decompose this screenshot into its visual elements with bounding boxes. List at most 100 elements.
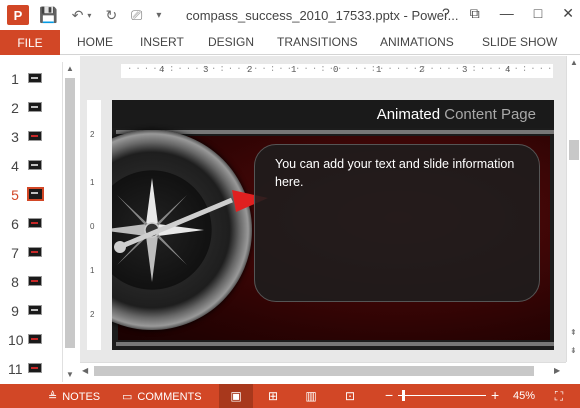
scroll-up-icon[interactable]: ▲: [66, 64, 74, 73]
ruler-label: 2: [90, 130, 95, 139]
slide-vertical-scrollbar[interactable]: ▲ ⇞ ⇟: [566, 56, 580, 362]
previous-slide-icon[interactable]: ⇞: [570, 328, 577, 337]
ruler-label: 1: [90, 178, 95, 187]
slide-title-secondary: Content Page: [444, 106, 536, 123]
redo-icon[interactable]: ↻: [105, 7, 117, 24]
scroll-right-icon[interactable]: ▶: [554, 366, 560, 375]
undo-dropdown-icon[interactable]: ▾: [87, 11, 91, 20]
ribbon-display-options-button[interactable]: ⧉: [470, 5, 480, 22]
customize-quick-access-icon[interactable]: ▾: [156, 10, 161, 21]
next-slide-icon[interactable]: ⇟: [570, 346, 577, 355]
slide-show-icon: ⊡: [344, 389, 356, 403]
comments-label: COMMENTS: [137, 390, 202, 403]
start-from-beginning-icon[interactable]: ⎚: [131, 7, 142, 24]
slide-thumbnail-image: [28, 73, 42, 83]
tab-animations[interactable]: ANIMATIONS: [380, 35, 454, 49]
fit-slide-button[interactable]: ⛶: [542, 384, 576, 408]
reading-view-button[interactable]: ▥: [294, 384, 328, 408]
slide-thumbnail[interactable]: 9: [0, 300, 62, 322]
tab-design[interactable]: DESIGN: [208, 35, 254, 49]
scrollbar-thumb[interactable]: [94, 366, 534, 376]
slide-sorter-button[interactable]: ⊞: [256, 384, 290, 408]
slide-number: 6: [11, 216, 19, 232]
undo-icon[interactable]: ↶: [72, 7, 84, 24]
normal-view-button[interactable]: ▣: [219, 384, 253, 408]
slide-thumbnail[interactable]: 2: [0, 97, 62, 119]
slide-thumbnail[interactable]: 1: [0, 68, 62, 90]
tab-slide-show[interactable]: SLIDE SHOW: [482, 35, 557, 49]
minimize-button[interactable]: —: [500, 5, 514, 22]
slide-number: 10: [8, 332, 24, 348]
zoom-out-button[interactable]: −: [385, 387, 393, 403]
slide-number: 8: [11, 274, 19, 290]
reading-view-icon: ▥: [305, 389, 317, 403]
thumbnail-scrollbar[interactable]: ▲ ▼: [62, 62, 76, 382]
horizontal-ruler: 4 3 2 1 0 1 2 3 4 ·····:·····:·····:····…: [121, 64, 553, 78]
slide-number: 11: [8, 361, 23, 377]
slide-thumbnail[interactable]: 8: [0, 271, 62, 293]
close-button[interactable]: ✕: [562, 5, 574, 22]
slide-number: 1: [11, 71, 19, 87]
content-text[interactable]: You can add your text and slide informat…: [275, 155, 535, 191]
zoom-slider-handle[interactable]: [402, 390, 405, 401]
slide-divider-bottom: [116, 342, 554, 346]
notes-icon: ≜: [48, 391, 58, 403]
slide-thumbnail-pane: 1 2 3 4 5 6 7 8 9 10 11: [0, 56, 62, 384]
slide-thumbnail-image: [28, 131, 42, 141]
maximize-button[interactable]: □: [534, 5, 542, 22]
tab-home[interactable]: HOME: [77, 35, 113, 49]
slide-number: 7: [11, 245, 19, 261]
help-button[interactable]: ?: [442, 5, 450, 22]
tab-transitions[interactable]: TRANSITIONS: [277, 35, 358, 49]
notes-label: NOTES: [62, 390, 101, 403]
notes-button[interactable]: ≜ NOTES: [48, 390, 101, 404]
slide-divider-top: [116, 130, 554, 134]
comments-icon: ▭: [122, 391, 133, 403]
slide-thumbnail-image: [28, 247, 42, 257]
slide-number: 9: [11, 303, 19, 319]
ruler-label: 1: [90, 266, 95, 275]
slide-title-primary: Animated: [376, 106, 441, 123]
slide-sorter-icon: ⊞: [267, 389, 279, 403]
zoom-in-button[interactable]: +: [491, 387, 499, 403]
slide-horizontal-scrollbar[interactable]: ◀ ▶: [80, 362, 566, 378]
slide-thumbnail-image: [28, 334, 42, 344]
slide-thumbnail-image: [28, 276, 42, 286]
save-icon[interactable]: 💾: [39, 6, 58, 24]
comments-button[interactable]: ▭ COMMENTS: [122, 390, 202, 404]
slide-title[interactable]: Animated Content Page: [377, 106, 536, 123]
slide-thumbnail[interactable]: 10: [0, 329, 62, 351]
slide-number: 5: [11, 187, 19, 203]
slide-canvas[interactable]: Animated Content Page You can add your t…: [112, 100, 554, 350]
slide-thumbnail[interactable]: 3: [0, 126, 62, 148]
slide-thumbnail-image: [28, 160, 42, 170]
vertical-ruler: 2 1 0 1 2: [87, 100, 101, 350]
powerpoint-logo-icon: P: [7, 5, 29, 25]
slide-show-button[interactable]: ⊡: [333, 384, 367, 408]
slide-thumbnail-image: [28, 305, 42, 315]
scrollbar-thumb[interactable]: [65, 78, 75, 348]
zoom-slider[interactable]: [398, 395, 486, 396]
tab-insert[interactable]: INSERT: [140, 35, 184, 49]
content-text-box[interactable]: You can add your text and slide informat…: [254, 144, 540, 302]
slide-thumbnail[interactable]: 7: [0, 242, 62, 264]
zoom-level[interactable]: 45%: [513, 390, 535, 402]
tab-file[interactable]: FILE: [0, 30, 60, 55]
quick-access-toolbar: 💾 ↶ ▾ ↻ ⎚ ▾: [39, 6, 161, 25]
status-bar: ≜ NOTES ▭ COMMENTS ▣ ⊞ ▥ ⊡ − + 45% ⛶: [0, 384, 580, 408]
slide-thumbnail-active[interactable]: 5: [0, 184, 62, 206]
slide-header-bar: Animated Content Page: [112, 100, 554, 128]
slide-thumbnail-image: [28, 102, 42, 112]
scroll-up-icon[interactable]: ▲: [570, 58, 578, 67]
ruler-label: 2: [90, 310, 95, 319]
scroll-left-icon[interactable]: ◀: [82, 366, 88, 375]
slide-thumbnail[interactable]: 6: [0, 213, 62, 235]
slide-thumbnail-image: [27, 187, 44, 201]
ribbon-tabs: FILE HOME INSERT DESIGN TRANSITIONS ANIM…: [0, 30, 580, 55]
scroll-down-icon[interactable]: ▼: [66, 370, 74, 379]
title-bar: P 💾 ↶ ▾ ↻ ⎚ ▾ compass_success_2010_17533…: [0, 0, 580, 30]
scrollbar-thumb[interactable]: [569, 140, 579, 160]
window-title: compass_success_2010_17533.pptx - Power.…: [186, 8, 459, 23]
slide-thumbnail[interactable]: 4: [0, 155, 62, 177]
slide-thumbnail[interactable]: 11: [0, 358, 62, 380]
